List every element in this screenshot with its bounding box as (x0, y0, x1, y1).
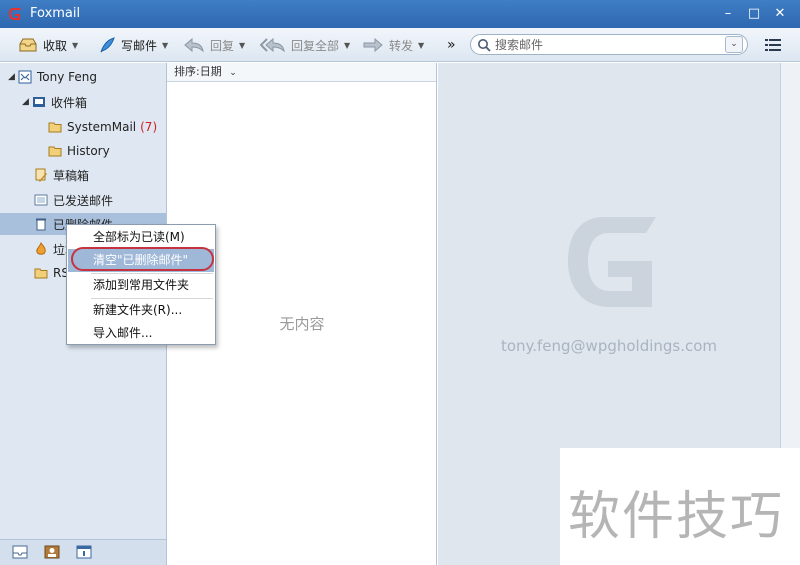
search-options-chevron-icon[interactable]: ⌄ (725, 36, 743, 53)
folder-icon (48, 146, 62, 157)
reply-button[interactable]: 回复 ▼ (183, 35, 245, 55)
menu-item-add-favorite[interactable]: 添加到常用文件夹 (68, 274, 214, 297)
sent-label: 已发送邮件 (53, 193, 114, 208)
sidebar-item-systemmail[interactable]: SystemMail (7) (0, 116, 166, 138)
sidebar-item-drafts[interactable]: 草稿箱 (0, 164, 166, 186)
menu-item-import-mail[interactable]: 导入邮件... (68, 322, 214, 345)
sent-mail-icon (34, 194, 48, 206)
sidebar-bottom-bar (0, 539, 166, 565)
folder-context-menu: 全部标为已读(M) 清空"已删除邮件" 添加到常用文件夹 新建文件夹(R)...… (66, 224, 216, 345)
inbox-tray-icon (19, 38, 37, 52)
minimize-button[interactable]: – (718, 5, 738, 23)
contacts-icon[interactable] (44, 545, 60, 559)
folder-icon (48, 122, 62, 133)
chevron-down-icon: ⌄ (229, 68, 237, 78)
systemmail-label: SystemMail (67, 120, 137, 134)
receive-label: 收取 (43, 38, 68, 53)
search-box[interactable]: ⌄ (470, 34, 748, 55)
sidebar-item-history[interactable]: History (0, 140, 166, 162)
chevron-down-icon[interactable]: ▼ (72, 41, 78, 50)
expand-arrow-icon[interactable]: ◢ (22, 97, 32, 107)
account-email: tony.feng@wpgholdings.com (500, 337, 718, 355)
inbox-icon (33, 97, 45, 107)
chevron-down-icon[interactable]: ▼ (344, 41, 350, 50)
chevron-down-icon[interactable]: ▼ (239, 41, 245, 50)
watermark-text: 软件技巧 (568, 487, 785, 547)
unread-count-badge: (7) (140, 120, 158, 134)
rss-folder-icon (34, 268, 48, 279)
more-button[interactable]: » (447, 35, 456, 55)
window-title: Foxmail (30, 6, 81, 21)
compose-label: 写邮件 (121, 38, 158, 53)
account-node[interactable]: ◢ Tony Feng (0, 66, 166, 88)
drafts-label: 草稿箱 (53, 168, 90, 183)
foxmail-watermark-logo-icon (568, 217, 656, 307)
junk-flame-icon (36, 242, 46, 255)
expand-arrow-icon[interactable]: ◢ (8, 72, 18, 82)
search-input[interactable] (495, 37, 715, 52)
reply-label: 回复 (210, 38, 235, 53)
inbox-label: 收件箱 (51, 95, 88, 110)
receive-button[interactable]: 收取 ▼ (18, 35, 78, 55)
sort-label: 排序:日期 (174, 65, 222, 78)
history-label: History (67, 144, 110, 158)
menu-item-mark-all-read[interactable]: 全部标为已读(M) (68, 226, 214, 249)
sidebar-item-inbox[interactable]: ◢ 收件箱 (0, 91, 166, 113)
account-name: Tony Feng (37, 70, 98, 84)
close-button[interactable]: ✕ (770, 5, 790, 23)
trash-can-icon (36, 218, 46, 231)
reply-arrow-icon (184, 37, 204, 53)
menu-item-new-folder[interactable]: 新建文件夹(R)... (68, 299, 214, 322)
reply-all-label: 回复全部 (291, 38, 340, 53)
account-icon (18, 70, 32, 84)
title-bar: Foxmail – □ ✕ (0, 0, 800, 28)
compose-button[interactable]: 写邮件 ▼ (98, 35, 168, 55)
chevron-down-icon[interactable]: ▼ (418, 41, 424, 50)
feather-pen-icon (100, 37, 115, 53)
toolbar: 收取 ▼ 写邮件 ▼ 回复 ▼ 回复全部 ▼ 转发 ▼ » 搜索邮件 ⌄ (0, 28, 800, 62)
forward-button[interactable]: 转发 ▼ (362, 35, 424, 55)
sidebar-item-sent[interactable]: 已发送邮件 (0, 189, 166, 211)
forward-arrow-icon (363, 37, 383, 53)
reply-all-button[interactable]: 回复全部 ▼ (260, 35, 350, 55)
search-icon (478, 38, 491, 52)
reply-all-arrow-icon (260, 37, 285, 53)
foxmail-logo-icon (9, 8, 21, 20)
maximize-button[interactable]: □ (744, 5, 764, 23)
calendar-icon[interactable] (76, 545, 92, 559)
menu-list-icon[interactable] (765, 38, 781, 52)
watermark-block: 软件技巧 (560, 448, 800, 565)
highlight-ring (71, 247, 214, 271)
sort-dropdown[interactable]: 排序:日期 ⌄ (167, 63, 436, 82)
forward-label: 转发 (389, 38, 414, 53)
drafts-icon (35, 168, 47, 182)
chevron-down-icon[interactable]: ▼ (162, 41, 168, 50)
mail-view-icon[interactable] (12, 545, 28, 559)
